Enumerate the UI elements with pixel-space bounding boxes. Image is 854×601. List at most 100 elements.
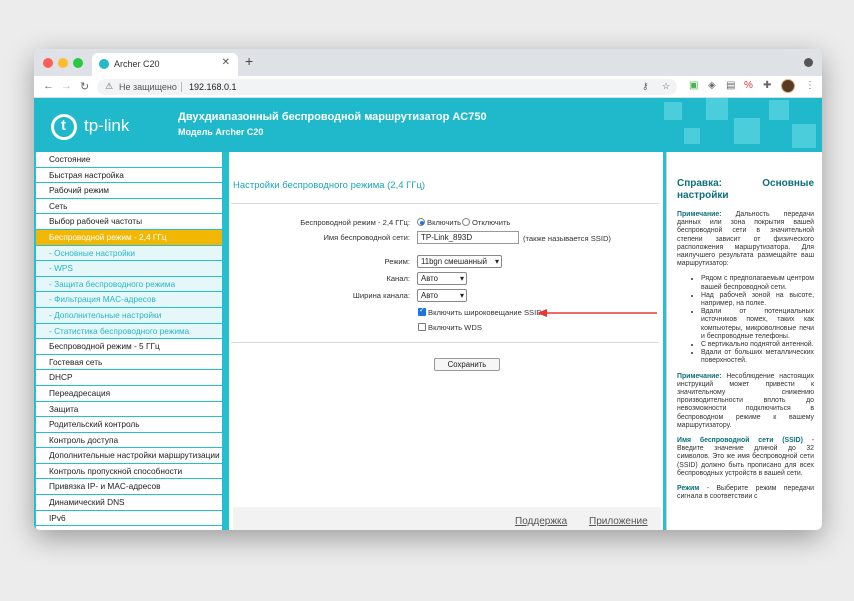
browser-toolbar: ← → ↻ ⚠ Не защищено 192.168.0.1 ⚷ ☆ ▣ ◈ … <box>34 76 822 98</box>
logo-text: tp-link <box>84 116 130 135</box>
ssid-broadcast-label: Включить широковещание SSID <box>428 308 542 317</box>
ssid-label: Имя беспроводной сети: <box>323 233 410 242</box>
new-tab-button[interactable]: + <box>245 53 253 69</box>
sidebar-item[interactable]: Состояние <box>36 152 222 168</box>
sidebar-item[interactable]: Выбор рабочей частоты <box>36 214 222 230</box>
reload-button[interactable]: ↻ <box>80 80 89 93</box>
tab-close-icon[interactable]: ✕ <box>222 57 230 68</box>
tab-bar: Archer C20 ✕ + <box>34 49 822 76</box>
sidebar-item[interactable]: Быстрая настройка <box>36 167 222 184</box>
sidebar-item[interactable]: - WPS <box>36 261 222 277</box>
help-bullet: Над рабочей зоной на высоте, например, н… <box>701 292 814 308</box>
wds-label: Включить WDS <box>428 323 482 332</box>
extensions-puzzle-icon[interactable]: ✚ <box>763 80 771 91</box>
tab-title: Archer C20 <box>114 59 160 69</box>
browser-tab[interactable]: Archer C20 ✕ <box>92 53 238 76</box>
radio-enable[interactable] <box>417 218 425 226</box>
back-button[interactable]: ← <box>43 80 54 92</box>
sidebar-item[interactable]: - Статистика беспроводного режима <box>36 323 222 340</box>
wireless-radio-label: Беспроводной режим - 2,4 ГГц: <box>300 218 410 227</box>
star-icon[interactable]: ☆ <box>662 81 670 92</box>
sidebar-item[interactable]: Защита <box>36 401 222 418</box>
radio-disable-label: Отключить <box>472 218 511 227</box>
forward-button[interactable]: → <box>61 80 72 92</box>
ssid-broadcast-checkbox[interactable] <box>418 306 426 316</box>
decor-square <box>684 128 700 144</box>
extension-shield-icon[interactable]: ◈ <box>708 80 716 91</box>
sidebar-item[interactable]: Сеть <box>36 198 222 215</box>
sidebar-item[interactable]: IPv6 <box>36 510 222 527</box>
sidebar-item[interactable]: - Основные настройки <box>36 245 222 262</box>
extension-percent-icon[interactable]: % <box>744 80 753 91</box>
sidebar-item[interactable]: - Фильтрация MAC-адресов <box>36 292 222 308</box>
header-banner: t tp-link Двухдиапазонный беспроводной м… <box>34 98 822 152</box>
save-button[interactable]: Сохранить <box>434 358 500 371</box>
maximize-window-button[interactable] <box>73 58 83 68</box>
help-title: Справка: Основные настройки <box>677 178 814 201</box>
decor-square <box>792 124 816 148</box>
channel-label: Канал: <box>386 274 410 283</box>
extension-sheet-icon[interactable]: ▤ <box>726 80 735 91</box>
profile-avatar[interactable] <box>781 79 795 93</box>
sidebar-item[interactable]: Переадресация <box>36 385 222 402</box>
help-ssid: Имя беспроводной сети (SSID) - Введите з… <box>677 437 814 478</box>
minimize-window-button[interactable] <box>58 58 68 68</box>
browser-window: Archer C20 ✕ + ← → ↻ ⚠ Не защищено 192.1… <box>34 49 822 530</box>
sidebar-item[interactable]: Гостевая сеть <box>36 354 222 371</box>
channel-width-select[interactable]: Авто <box>417 289 467 302</box>
sidebar-item[interactable]: Системные инструменты <box>36 526 222 530</box>
sidebar-item[interactable]: Динамический DNS <box>36 495 222 511</box>
key-icon[interactable]: ⚷ <box>642 81 649 92</box>
sidebar-item[interactable]: Беспроводной режим - 5 ГГц <box>36 339 222 355</box>
sidebar-item[interactable]: Привязка IP- и MAC-адресов <box>36 479 222 496</box>
sidebar-item[interactable]: - Дополнительные настройки <box>36 307 222 324</box>
support-link[interactable]: Поддержка <box>515 516 567 527</box>
page-title: Настройки беспроводного режима (2,4 ГГц) <box>233 180 426 191</box>
sidebar-item[interactable]: Беспроводной режим - 2,4 ГГц <box>36 229 222 246</box>
tplink-logo-icon: t <box>51 114 77 140</box>
banner-title: Двухдиапазонный беспроводной маршрутизат… <box>178 111 487 123</box>
help-bullet: Вдали от потенциальных источников помех,… <box>701 308 814 341</box>
ssid-note: (также называется SSID) <box>523 234 611 243</box>
channel-width-label: Ширина канала: <box>352 291 410 300</box>
help-panel: Справка: Основные настройки Примечание: … <box>666 152 822 530</box>
browser-menu-dot-icon[interactable] <box>804 58 813 67</box>
extension-image-icon[interactable]: ▣ <box>689 80 698 91</box>
help-bullet: Вдали от больших металлических поверхнос… <box>701 349 814 365</box>
help-note-text: Дальность передачи данных или зона покры… <box>677 211 814 268</box>
help-mode: Режим - Выберите режим передачи сигнала … <box>677 485 814 501</box>
help-bullets: Рядом с предполагаемым центром вашей бес… <box>677 275 814 365</box>
address-divider <box>181 82 182 92</box>
help-mode-key: Режим <box>677 485 700 493</box>
footer-bar: Поддержка Приложение <box>233 507 661 530</box>
divider <box>231 203 659 204</box>
help-note-key: Примечание: <box>677 211 722 218</box>
router-admin-page: t tp-link Двухдиапазонный беспроводной м… <box>34 98 822 530</box>
sidebar-item[interactable]: Контроль доступа <box>36 432 222 449</box>
help-note-key: Примечание: <box>677 372 722 380</box>
sidebar-item[interactable]: Дополнительные настройки маршрутизации <box>36 448 222 464</box>
menu-dots-icon[interactable]: ⋮ <box>805 80 815 91</box>
address-bar[interactable]: ⚠ Не защищено 192.168.0.1 ⚷ ☆ <box>97 79 677 95</box>
close-window-button[interactable] <box>43 58 53 68</box>
sidebar-item[interactable]: DHCP <box>36 370 222 386</box>
sidebar-item[interactable]: Родительский контроль <box>36 417 222 433</box>
decor-square <box>769 100 789 120</box>
sidebar-item[interactable]: Контроль пропускной способности <box>36 463 222 480</box>
wds-checkbox[interactable] <box>418 323 426 331</box>
divider <box>231 342 659 343</box>
security-label: Не защищено <box>119 82 177 92</box>
mode-select[interactable]: 11bgn смешанный <box>417 255 502 268</box>
url-text: 192.168.0.1 <box>189 82 237 92</box>
sidebar-item[interactable]: - Защита беспроводного режима <box>36 276 222 293</box>
radio-enable-label: Включить <box>427 218 462 227</box>
sidebar-item[interactable]: Рабочий режим <box>36 183 222 199</box>
ssid-input[interactable]: TP-Link_893D <box>417 231 519 244</box>
radio-disable[interactable] <box>462 218 470 226</box>
help-bullet: Рядом с предполагаемым центром вашей бес… <box>701 275 814 291</box>
main-content: Настройки беспроводного режима (2,4 ГГц)… <box>229 152 663 530</box>
help-ssid-key: Имя беспроводной сети (SSID) <box>677 437 803 445</box>
decor-square <box>734 118 760 144</box>
channel-select[interactable]: Авто <box>417 272 467 285</box>
app-link[interactable]: Приложение <box>589 516 648 527</box>
